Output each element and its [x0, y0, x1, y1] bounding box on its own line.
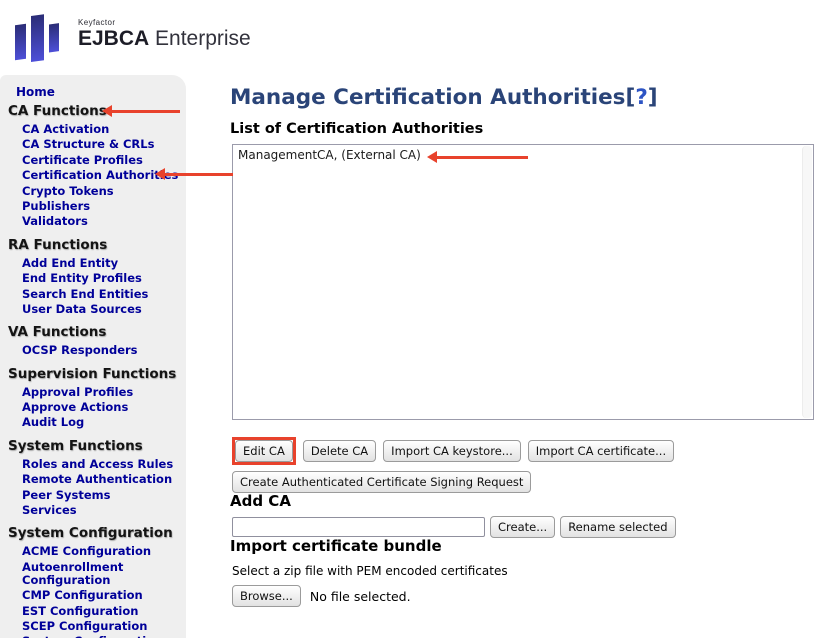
page-title-text: Manage Certification Authorities — [230, 85, 625, 110]
sidebar-item-est-configuration[interactable]: EST Configuration — [0, 604, 186, 619]
brand-ejbca: EJBCA — [78, 27, 149, 50]
sidebar-section-ca-functions: CA Functions — [0, 104, 186, 118]
sidebar-item-ca-structure-crls[interactable]: CA Structure & CRLs — [0, 137, 186, 152]
sidebar-item-certification-authorities[interactable]: Certification Authorities — [0, 168, 186, 183]
keyfactor-ejbca-logo: Keyfactor EJBCA Enterprise — [10, 8, 251, 64]
import-ca-certificate-button[interactable]: Import CA certificate... — [528, 440, 674, 462]
no-file-selected-label: No file selected. — [310, 589, 411, 604]
help-bracket-close: ] — [648, 85, 658, 110]
sidebar-item-acme-configuration[interactable]: ACME Configuration — [0, 544, 186, 559]
import-ca-keystore-button[interactable]: Import CA keystore... — [383, 440, 521, 462]
sidebar-item-search-end-entities[interactable]: Search End Entities — [0, 287, 186, 302]
sidebar-item-autoenrollment-configuration[interactable]: Autoenrollment Configuration — [0, 560, 186, 588]
sidebar-item-cmp-configuration[interactable]: CMP Configuration — [0, 588, 186, 603]
rename-selected-button[interactable]: Rename selected — [560, 516, 675, 538]
delete-ca-button[interactable]: Delete CA — [303, 440, 376, 462]
edit-ca-button[interactable]: Edit CA — [235, 440, 293, 462]
sidebar-item-crypto-tokens[interactable]: Crypto Tokens — [0, 184, 186, 199]
sidebar-item-ca-activation[interactable]: CA Activation — [0, 122, 186, 137]
sidebar-item-validators[interactable]: Validators — [0, 214, 186, 229]
brand-text: Keyfactor EJBCA Enterprise — [78, 8, 251, 51]
sidebar-section-ra-functions: RA Functions — [0, 238, 186, 252]
sidebar-item-audit-log[interactable]: Audit Log — [0, 415, 186, 430]
sidebar-item-home[interactable]: Home — [0, 85, 186, 99]
sidebar-item-end-entity-profiles[interactable]: End Entity Profiles — [0, 271, 186, 286]
sidebar-item-ocsp-responders[interactable]: OCSP Responders — [0, 343, 186, 358]
sidebar-section-va-functions: VA Functions — [0, 325, 186, 339]
sidebar-item-publishers[interactable]: Publishers — [0, 199, 186, 214]
sidebar-item-scep-configuration[interactable]: SCEP Configuration — [0, 619, 186, 634]
help-bracket-open: [ — [625, 85, 635, 110]
sidebar-section-system-configuration: System Configuration — [0, 526, 186, 540]
add-ca-input[interactable] — [232, 517, 485, 537]
create-authenticated-csr-button[interactable]: Create Authenticated Certificate Signing… — [232, 471, 531, 493]
main-content: Manage Certification Authorities[?] List… — [230, 84, 818, 607]
sidebar-item-peer-systems[interactable]: Peer Systems — [0, 488, 186, 503]
sidebar-item-user-data-sources[interactable]: User Data Sources — [0, 302, 186, 317]
bundle-description: Select a zip file with PEM encoded certi… — [232, 564, 818, 578]
page-title: Manage Certification Authorities[?] — [230, 84, 818, 111]
sidebar-nav: Home CA Functions CA Activation CA Struc… — [0, 75, 186, 638]
list-of-cas-heading: List of Certification Authorities — [230, 122, 818, 137]
app-header: Keyfactor EJBCA Enterprise — [0, 0, 834, 75]
sidebar-item-approve-actions[interactable]: Approve Actions — [0, 400, 186, 415]
sidebar-item-approval-profiles[interactable]: Approval Profiles — [0, 385, 186, 400]
help-link[interactable]: ? — [635, 85, 647, 110]
keyfactor-logo-icon — [10, 8, 72, 64]
add-ca-heading: Add CA — [230, 493, 818, 510]
ca-list-item-managementca[interactable]: ManagementCA, (External CA) — [233, 145, 813, 164]
sidebar-item-add-end-entity[interactable]: Add End Entity — [0, 256, 186, 271]
sidebar-item-services[interactable]: Services — [0, 503, 186, 518]
listbox-scrollbar[interactable] — [802, 146, 812, 418]
brand-keyfactor: Keyfactor — [78, 18, 251, 27]
create-ca-button[interactable]: Create... — [490, 516, 555, 538]
sidebar-section-supervision-functions: Supervision Functions — [0, 367, 186, 381]
sidebar-item-remote-authentication[interactable]: Remote Authentication — [0, 472, 186, 487]
import-certificate-bundle-heading: Import certificate bundle — [230, 538, 818, 555]
annotation-box-edit-ca: Edit CA — [232, 437, 296, 465]
ca-listbox[interactable]: ManagementCA, (External CA) — [232, 144, 814, 420]
sidebar-item-roles-and-access-rules[interactable]: Roles and Access Rules — [0, 457, 186, 472]
brand-enterprise: Enterprise — [155, 27, 251, 50]
sidebar-item-system-configuration[interactable]: System Configuration — [0, 634, 186, 638]
sidebar-section-system-functions: System Functions — [0, 439, 186, 453]
browse-file-button[interactable]: Browse... — [232, 585, 301, 607]
sidebar-item-certificate-profiles[interactable]: Certificate Profiles — [0, 153, 186, 168]
